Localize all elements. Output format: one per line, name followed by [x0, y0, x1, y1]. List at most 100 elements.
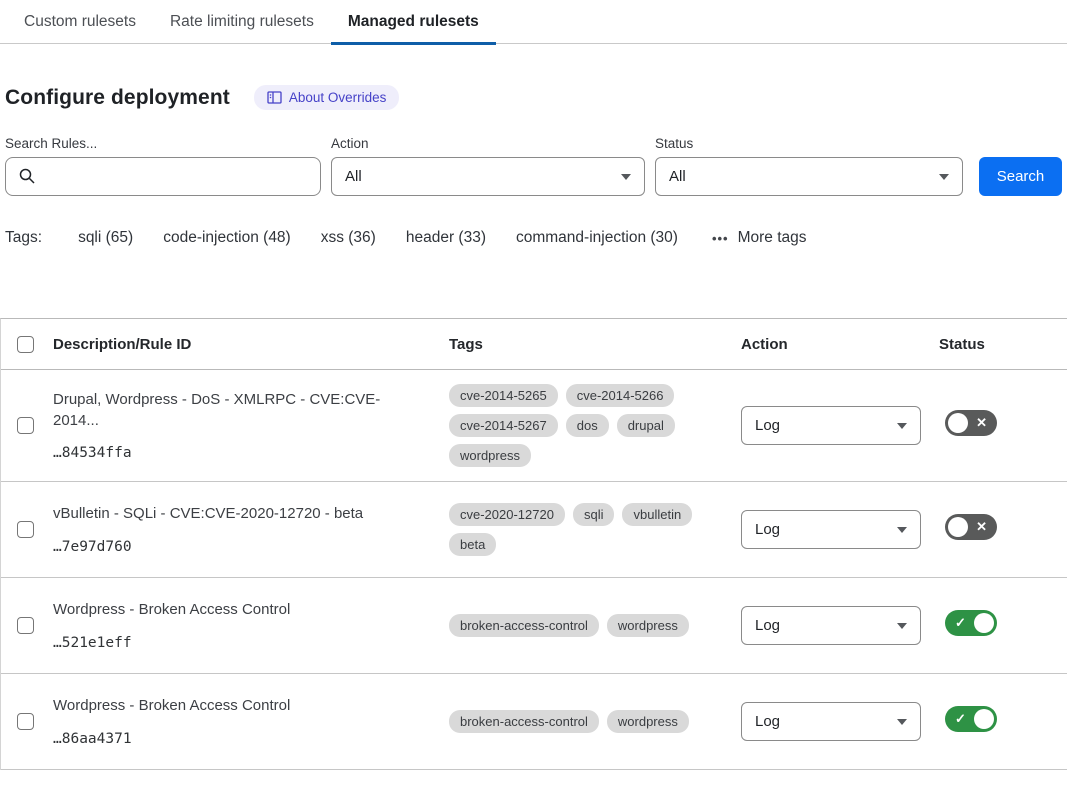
tag-pill: wordpress — [449, 444, 531, 467]
toggle-knob — [974, 613, 994, 633]
row-checkbox[interactable] — [17, 617, 34, 634]
toggle-state-icon: ✕ — [976, 410, 987, 436]
rule-description: vBulletin - SQLi - CVE:CVE-2020-12720 - … — [53, 504, 407, 524]
tags-bar: Tags: sqli (65) code-injection (48) xss (3… — [5, 229, 1062, 247]
rule-status-toggle[interactable]: ✓ — [945, 706, 997, 732]
col-description-rule-id: Description/Rule ID — [53, 336, 449, 353]
rule-action-select[interactable]: Log — [741, 406, 921, 445]
col-status: Status — [939, 336, 1067, 353]
rule-tags: broken-access-control wordpress — [449, 614, 741, 637]
toggle-knob — [974, 709, 994, 729]
tag-pill: dos — [566, 414, 609, 437]
rule-action-value: Log — [755, 617, 780, 634]
chevron-down-icon — [897, 623, 907, 629]
toggle-knob — [948, 413, 968, 433]
rule-description: Wordpress - Broken Access Control — [53, 696, 407, 716]
toggle-knob — [948, 517, 968, 537]
search-input[interactable] — [5, 157, 321, 196]
rule-id: …7e97d760 — [53, 539, 407, 555]
rule-id: …84534ffa — [53, 445, 407, 461]
tag-pill: drupal — [617, 414, 675, 437]
rule-id: …521e1eff — [53, 635, 407, 651]
search-field-group: Search Rules... — [5, 136, 331, 196]
more-tags-button[interactable]: ••• More tags — [712, 229, 807, 247]
rule-action-select[interactable]: Log — [741, 510, 921, 549]
action-field-group: Action All — [331, 136, 655, 196]
tag-filter-link[interactable]: xss (36) — [321, 229, 376, 246]
rule-status-toggle[interactable]: ✕ — [945, 410, 997, 436]
about-overrides-badge[interactable]: About Overrides — [254, 85, 400, 110]
chevron-down-icon — [897, 719, 907, 725]
tag-pill: wordpress — [607, 614, 689, 637]
rule-description: Drupal, Wordpress - DoS - XMLRPC - CVE:C… — [53, 390, 407, 431]
table-row: Wordpress - Broken Access Control …86aa4… — [1, 674, 1067, 770]
rule-tags: cve-2014-5265 cve-2014-5266 cve-2014-5267 d… — [449, 384, 741, 467]
status-select-value: All — [669, 168, 686, 185]
status-label: Status — [655, 136, 979, 151]
rule-action-value: Log — [755, 417, 780, 434]
tab-custom-rulesets[interactable]: Custom rulesets — [7, 0, 153, 44]
rule-status-toggle[interactable]: ✕ — [945, 514, 997, 540]
rule-action-value: Log — [755, 713, 780, 730]
tag-pill: broken-access-control — [449, 614, 599, 637]
table-header-row: Description/Rule ID Tags Action Status — [1, 319, 1067, 370]
select-all-checkbox[interactable] — [17, 336, 34, 353]
tag-pill: broken-access-control — [449, 710, 599, 733]
chevron-down-icon — [621, 174, 631, 180]
tag-pill: wordpress — [607, 710, 689, 733]
tags-bar-label: Tags: — [5, 229, 42, 247]
rule-action-select[interactable]: Log — [741, 606, 921, 645]
tag-filter-link[interactable]: sqli (65) — [78, 229, 133, 246]
chevron-down-icon — [939, 174, 949, 180]
search-button[interactable]: Search — [979, 157, 1062, 196]
rule-action-value: Log — [755, 521, 780, 538]
action-select-value: All — [345, 168, 362, 185]
table-body: Drupal, Wordpress - DoS - XMLRPC - CVE:C… — [1, 370, 1067, 770]
row-checkbox[interactable] — [17, 417, 34, 434]
about-overrides-label: About Overrides — [289, 90, 387, 105]
chevron-down-icon — [897, 423, 907, 429]
toggle-state-icon: ✓ — [955, 706, 966, 732]
tag-pill: vbulletin — [622, 503, 692, 526]
tag-filter-link[interactable]: header (33) — [406, 229, 486, 246]
tag-pill: cve-2014-5265 — [449, 384, 558, 407]
tab-bar: Custom rulesetsRate limiting rulesetsMan… — [0, 0, 1067, 44]
page-title: Configure deployment — [5, 86, 230, 110]
more-tags-label: More tags — [738, 229, 807, 247]
status-field-group: Status All — [655, 136, 979, 196]
action-label: Action — [331, 136, 655, 151]
heading-row: Configure deployment About Overrides — [5, 85, 1062, 110]
chevron-down-icon — [897, 527, 907, 533]
search-icon — [18, 167, 36, 190]
rule-action-select[interactable]: Log — [741, 702, 921, 741]
search-label: Search Rules... — [5, 136, 331, 151]
row-checkbox[interactable] — [17, 713, 34, 730]
tag-pill: cve-2014-5267 — [449, 414, 558, 437]
tag-pill: beta — [449, 533, 496, 556]
toggle-state-icon: ✓ — [955, 610, 966, 636]
action-select[interactable]: All — [331, 157, 645, 196]
filters-row: Search Rules... Action All Status — [5, 136, 1062, 196]
rule-id: …86aa4371 — [53, 731, 407, 747]
col-action: Action — [741, 336, 939, 353]
rule-tags: broken-access-control wordpress — [449, 710, 741, 733]
tag-pill: cve-2020-12720 — [449, 503, 565, 526]
table-row: vBulletin - SQLi - CVE:CVE-2020-12720 - … — [1, 482, 1067, 578]
rule-description: Wordpress - Broken Access Control — [53, 600, 407, 620]
table-row: Drupal, Wordpress - DoS - XMLRPC - CVE:C… — [1, 370, 1067, 482]
book-icon — [267, 91, 282, 104]
tag-links: sqli (65) code-injection (48) xss (36) head… — [78, 229, 708, 247]
ellipsis-icon: ••• — [712, 231, 729, 246]
table-row: Wordpress - Broken Access Control …521e1… — [1, 578, 1067, 674]
tab-rate-limiting-rulesets[interactable]: Rate limiting rulesets — [153, 0, 331, 44]
rule-status-toggle[interactable]: ✓ — [945, 610, 997, 636]
tab-managed-rulesets[interactable]: Managed rulesets — [331, 0, 496, 44]
tag-filter-link[interactable]: command-injection (30) — [516, 229, 678, 246]
status-select[interactable]: All — [655, 157, 963, 196]
tag-filter-link[interactable]: code-injection (48) — [163, 229, 291, 246]
row-checkbox[interactable] — [17, 521, 34, 538]
tag-pill: sqli — [573, 503, 615, 526]
tag-pill: cve-2014-5266 — [566, 384, 675, 407]
rules-table: Description/Rule ID Tags Action Status D… — [0, 318, 1067, 770]
toggle-state-icon: ✕ — [976, 514, 987, 540]
